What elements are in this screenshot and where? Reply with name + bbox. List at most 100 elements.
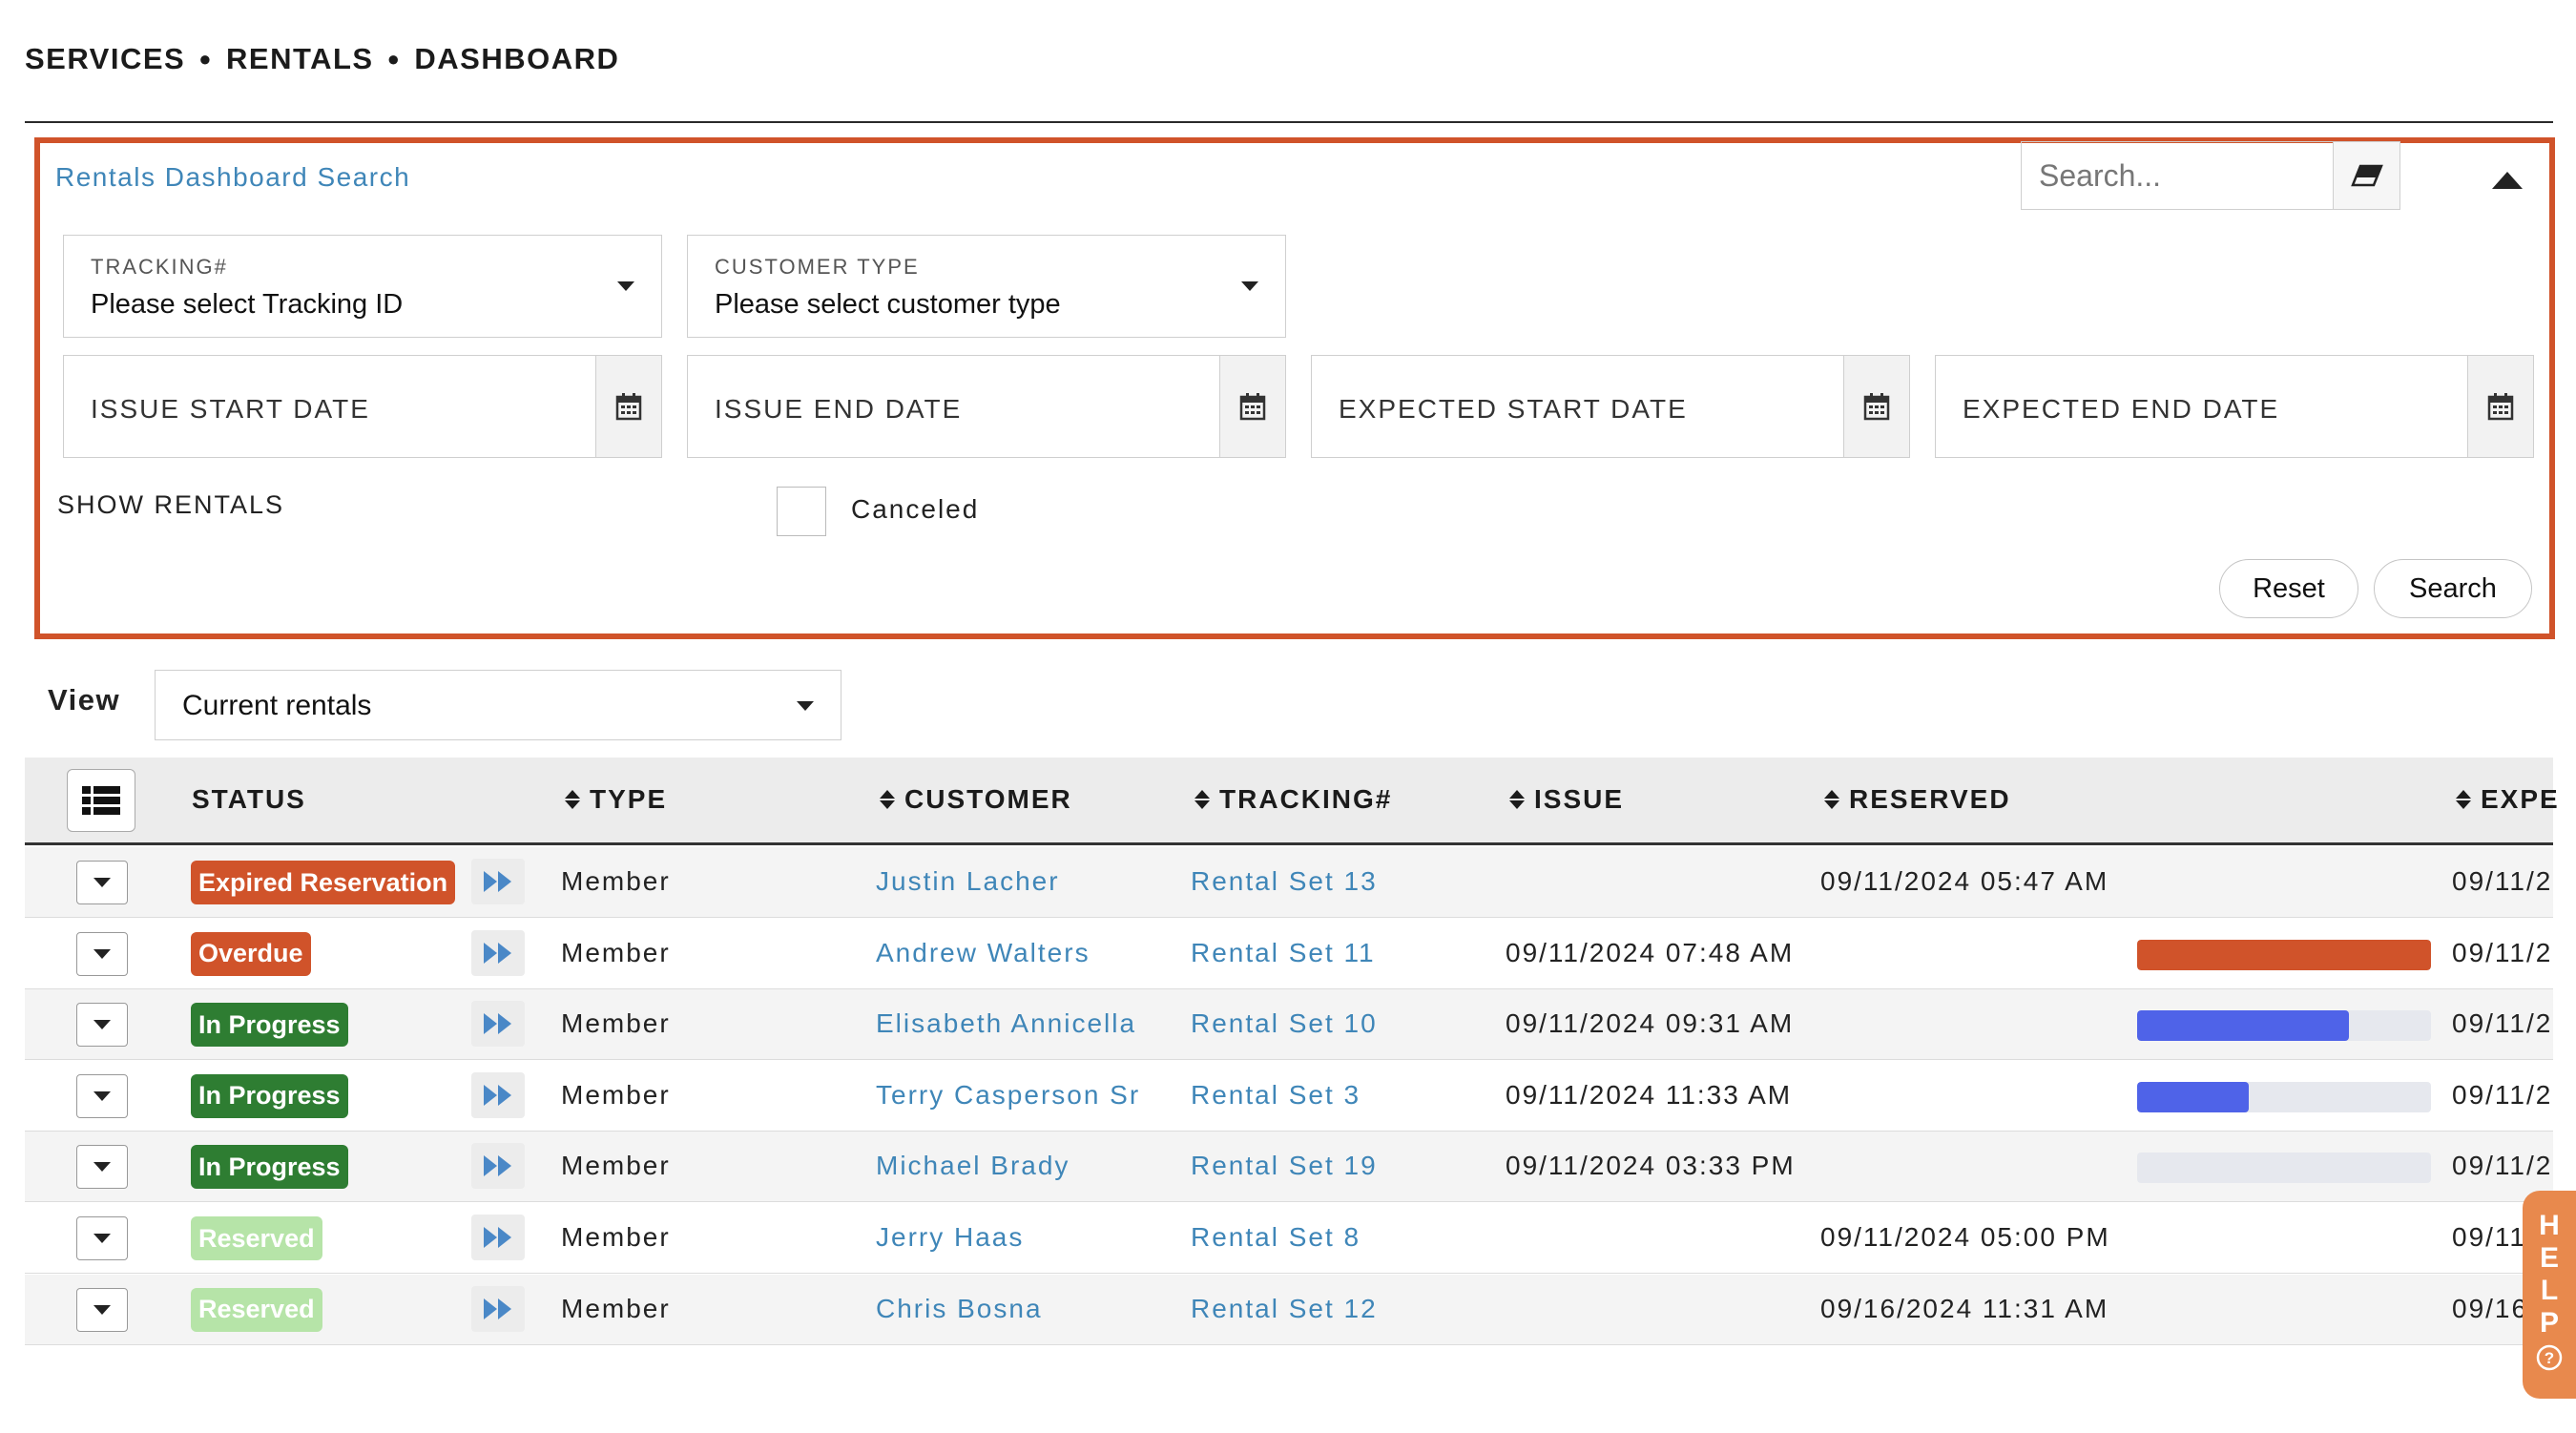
list-icon (82, 786, 120, 815)
tracking-link[interactable]: Rental Set 12 (1191, 1294, 1378, 1324)
canceled-label[interactable]: Canceled (851, 494, 979, 525)
issue-cell: 09/11/2024 11:33 AM (1506, 1079, 1793, 1110)
issue-start-date-label: ISSUE START DATE (91, 394, 370, 424)
expand-row-button[interactable] (76, 1145, 128, 1190)
chevron-down-icon (93, 948, 111, 959)
customer-link[interactable]: Elisabeth Annicella (876, 1008, 1136, 1039)
help-letter: E (2539, 1242, 2559, 1274)
reserved-cell: 09/16/2024 11:31 AM (1820, 1293, 2109, 1323)
column-header-reserved[interactable]: RESERVED (1824, 784, 2011, 815)
advance-status-button[interactable] (471, 1001, 525, 1048)
expected-start-date-field[interactable]: EXPECTED START DATE (1311, 355, 1910, 458)
issue-end-date-label: ISSUE END DATE (715, 394, 963, 424)
column-header-status-label: STATUS (192, 784, 306, 814)
table-row: Reserved Member Chris Bosna Rental Set 12 09… (25, 1274, 2553, 1345)
tracking-link[interactable]: Rental Set 8 (1191, 1222, 1361, 1253)
chevron-down-icon (93, 1304, 111, 1315)
table-row: Expired Reservation Member Justin Lacher Re… (25, 847, 2553, 918)
column-header-customer-label: CUSTOMER (904, 784, 1072, 814)
chevron-down-icon (93, 1090, 111, 1101)
expected-end-calendar-button[interactable] (2467, 356, 2533, 457)
reset-button[interactable]: Reset (2219, 559, 2358, 618)
customer-link[interactable]: Justin Lacher (876, 866, 1060, 897)
canceled-checkbox[interactable] (777, 487, 826, 536)
customer-link[interactable]: Michael Brady (876, 1151, 1070, 1181)
chevron-down-icon (797, 701, 814, 711)
expand-row-button[interactable] (76, 1073, 128, 1118)
customer-link[interactable]: Jerry Haas (876, 1222, 1024, 1253)
rental-progress-bar (2137, 1153, 2431, 1184)
sort-icon (1509, 790, 1525, 809)
advance-status-button[interactable] (471, 1215, 525, 1260)
breadcrumb-item-rentals[interactable]: RENTALS (226, 42, 374, 76)
breadcrumb: SERVICES ● RENTALS ● DASHBOARD (25, 42, 619, 76)
column-header-expected[interactable]: EXPE (2456, 784, 2560, 815)
advance-status-button[interactable] (471, 1143, 525, 1190)
tracking-link[interactable]: Rental Set 11 (1191, 938, 1376, 968)
tracking-link[interactable]: Rental Set 3 (1191, 1080, 1361, 1111)
status-badge: In Progress (191, 1003, 348, 1048)
tracking-label: TRACKING# (91, 255, 228, 279)
view-select[interactable]: Current rentals (155, 670, 841, 740)
column-header-type-label: TYPE (590, 784, 668, 814)
column-header-expected-label: EXPE (2481, 784, 2560, 814)
breadcrumb-item-dashboard: DASHBOARD (414, 42, 620, 75)
type-cell: Member (561, 1293, 671, 1323)
tracking-link[interactable]: Rental Set 13 (1191, 866, 1378, 897)
chevron-down-icon (1241, 281, 1258, 291)
breadcrumb-item-services[interactable]: SERVICES (25, 42, 185, 76)
tracking-select[interactable]: TRACKING# Please select Tracking ID (63, 235, 662, 338)
advance-status-button[interactable] (471, 1071, 525, 1118)
column-header-issue[interactable]: ISSUE (1509, 784, 1624, 815)
eraser-icon (2350, 164, 2383, 187)
advance-status-button[interactable] (471, 1285, 525, 1332)
rental-progress-bar (2137, 1081, 2431, 1112)
rental-progress-fill (2137, 1010, 2349, 1042)
sort-icon (1824, 790, 1839, 809)
expected-start-calendar-button[interactable] (1843, 356, 1909, 457)
reserved-cell: 09/11/2024 05:00 PM (1820, 1222, 2110, 1252)
clear-search-button[interactable] (2333, 142, 2399, 209)
customer-type-select[interactable]: CUSTOMER TYPE Please select customer typ… (687, 235, 1286, 338)
advance-status-button[interactable] (471, 929, 525, 976)
help-tab[interactable]: H E L P ? (2523, 1191, 2576, 1399)
expand-row-button[interactable] (76, 1287, 128, 1332)
expand-row-button[interactable] (76, 861, 128, 904)
quick-search-input[interactable] (2022, 142, 2333, 209)
rental-progress-bar (2137, 1010, 2431, 1042)
column-chooser-button[interactable] (67, 769, 135, 832)
sort-icon (2456, 790, 2471, 809)
expand-row-button[interactable] (76, 1003, 128, 1048)
search-button[interactable]: Search (2374, 559, 2532, 618)
type-cell: Member (561, 1008, 671, 1039)
expand-row-button[interactable] (76, 1216, 128, 1260)
column-header-type[interactable]: TYPE (565, 784, 667, 815)
show-rentals-label: SHOW RENTALS (57, 490, 285, 519)
issue-end-calendar-button[interactable] (1219, 356, 1285, 457)
issue-end-date-field[interactable]: ISSUE END DATE (687, 355, 1286, 458)
column-header-customer[interactable]: CUSTOMER (880, 784, 1072, 815)
customer-link[interactable]: Chris Bosna (876, 1294, 1043, 1324)
collapse-panel-icon[interactable] (2492, 172, 2523, 189)
fast-forward-icon (484, 1298, 511, 1319)
type-cell: Member (561, 1079, 671, 1110)
issue-start-calendar-button[interactable] (595, 356, 661, 457)
customer-link[interactable]: Terry Casperson Sr (876, 1080, 1140, 1111)
sort-icon (565, 790, 580, 809)
expand-row-button[interactable] (76, 931, 128, 976)
table-header: STATUS TYPE CUSTOMER TRACKING# ISSUE RES… (25, 758, 2558, 845)
advance-status-button[interactable] (471, 859, 525, 904)
tracking-link[interactable]: Rental Set 10 (1191, 1008, 1378, 1039)
rental-progress-fill (2137, 1081, 2250, 1112)
column-header-tracking[interactable]: TRACKING# (1195, 784, 1392, 815)
search-panel: Rentals Dashboard Search TRACKING# Pleas… (34, 137, 2555, 639)
expected-cell: 09/11/2 (2452, 1151, 2553, 1181)
fast-forward-icon (484, 1155, 511, 1177)
chevron-down-icon (617, 281, 634, 291)
issue-start-date-field[interactable]: ISSUE START DATE (63, 355, 662, 458)
customer-link[interactable]: Andrew Walters (876, 938, 1091, 968)
tracking-link[interactable]: Rental Set 19 (1191, 1151, 1378, 1181)
table-row: In Progress Member Elisabeth Annicella Rent… (25, 989, 2553, 1061)
expected-end-date-field[interactable]: EXPECTED END DATE (1935, 355, 2534, 458)
calendar-icon (615, 393, 642, 421)
